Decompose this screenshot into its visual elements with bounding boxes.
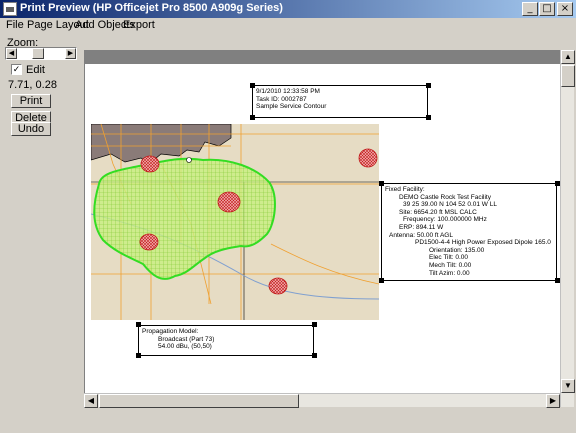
edit-checkbox[interactable]: ✓ <box>11 64 22 75</box>
coordinate-readout: 7.71, 0.28 <box>8 79 57 91</box>
header-task-line: Task ID: 0002787 <box>256 95 307 103</box>
selection-handle[interactable] <box>250 83 255 88</box>
vertical-scrollbar[interactable]: ▲ ▼ <box>560 50 575 407</box>
maximize-button[interactable]: □ <box>539 2 555 16</box>
selection-handle[interactable] <box>426 115 431 120</box>
zoom-slider-thumb[interactable] <box>32 48 44 59</box>
selection-handle[interactable] <box>250 115 255 120</box>
undo-button[interactable]: Undo <box>11 122 51 136</box>
scroll-down-arrow-icon[interactable]: ▼ <box>561 379 575 393</box>
facility-line: Fixed Facility: <box>385 186 425 193</box>
selection-handle[interactable] <box>379 181 384 186</box>
header-date-line: 9/1/2010 12:33:58 PM <box>256 88 320 95</box>
facility-line: Tilt Azim: 0.00 <box>429 269 470 277</box>
status-bar <box>0 413 576 433</box>
facility-line: Elec Tilt: 0.00 <box>429 254 469 262</box>
print-button[interactable]: Print <box>11 94 51 108</box>
selection-handle[interactable] <box>136 353 141 358</box>
menu-bar: File Page Layout Add Objects Export <box>0 18 576 35</box>
scroll-right-arrow-icon[interactable]: ▶ <box>546 394 560 408</box>
facility-line: Orientation: 135.00 <box>429 246 485 254</box>
page-top-margin <box>85 51 561 64</box>
propagation-line: 54.00 dBu, (50,50) <box>158 343 212 351</box>
minimize-button[interactable]: _ <box>522 2 538 16</box>
close-button[interactable]: × <box>557 2 573 16</box>
selection-handle[interactable] <box>136 322 141 327</box>
selection-handle[interactable] <box>426 83 431 88</box>
scroll-up-arrow-icon[interactable]: ▲ <box>561 50 575 64</box>
facility-line: Frequency: 100.000000 MHz <box>403 216 487 224</box>
title-bar: Print Preview (HP Officejet Pro 8500 A90… <box>0 0 576 18</box>
facility-line: PD1500-4-4 High Power Exposed Dipole 165… <box>415 239 551 247</box>
selection-handle[interactable] <box>312 353 317 358</box>
coverage-map[interactable] <box>91 124 379 320</box>
horizontal-scroll-thumb[interactable] <box>99 394 299 408</box>
vertical-scroll-thumb[interactable] <box>561 65 575 87</box>
selection-handle[interactable] <box>312 322 317 327</box>
edit-label: Edit <box>26 64 45 76</box>
menu-export[interactable]: Export <box>123 19 155 31</box>
selection-handle[interactable] <box>379 278 384 283</box>
facility-line: Antenna: 50.00 ft AGL <box>389 231 453 239</box>
facility-line: Mech Tilt: 0.00 <box>429 261 472 269</box>
header-title-line: Sample Service Contour <box>256 103 327 111</box>
printer-icon <box>3 2 17 16</box>
scroll-left-arrow-icon[interactable]: ◀ <box>84 394 98 408</box>
zoom-left-arrow-icon[interactable]: ◀ <box>6 48 17 59</box>
facility-line: ERP: 894.11 W <box>399 223 444 231</box>
coverage-map-graphic <box>91 124 379 320</box>
facility-line: Site: 6654.20 ft MSL CALC <box>399 208 477 216</box>
facility-line: DEMO Castle Rock Test Facility <box>399 193 491 201</box>
propagation-text-box[interactable]: Propagation Model: Broadcast (Part 73) 5… <box>138 325 314 356</box>
zoom-right-arrow-icon[interactable]: ▶ <box>65 48 76 59</box>
menu-file[interactable]: File <box>6 19 24 31</box>
header-text-box[interactable]: 9/1/2010 12:33:58 PM Task ID: 0002787 Sa… <box>252 85 428 118</box>
propagation-line: Propagation Model: <box>142 328 199 335</box>
window-title: Print Preview (HP Officejet Pro 8500 A90… <box>20 2 283 14</box>
propagation-line: Broadcast (Part 73) <box>158 335 215 343</box>
facility-line: 39 25 39.00 N 104 52 0.01 W LL <box>403 201 497 209</box>
facility-text-box[interactable]: Fixed Facility: DEMO Castle Rock Test Fa… <box>381 183 557 281</box>
horizontal-scrollbar[interactable]: ◀ ▶ <box>84 393 560 408</box>
zoom-slider[interactable]: ◀ ▶ <box>5 47 77 60</box>
